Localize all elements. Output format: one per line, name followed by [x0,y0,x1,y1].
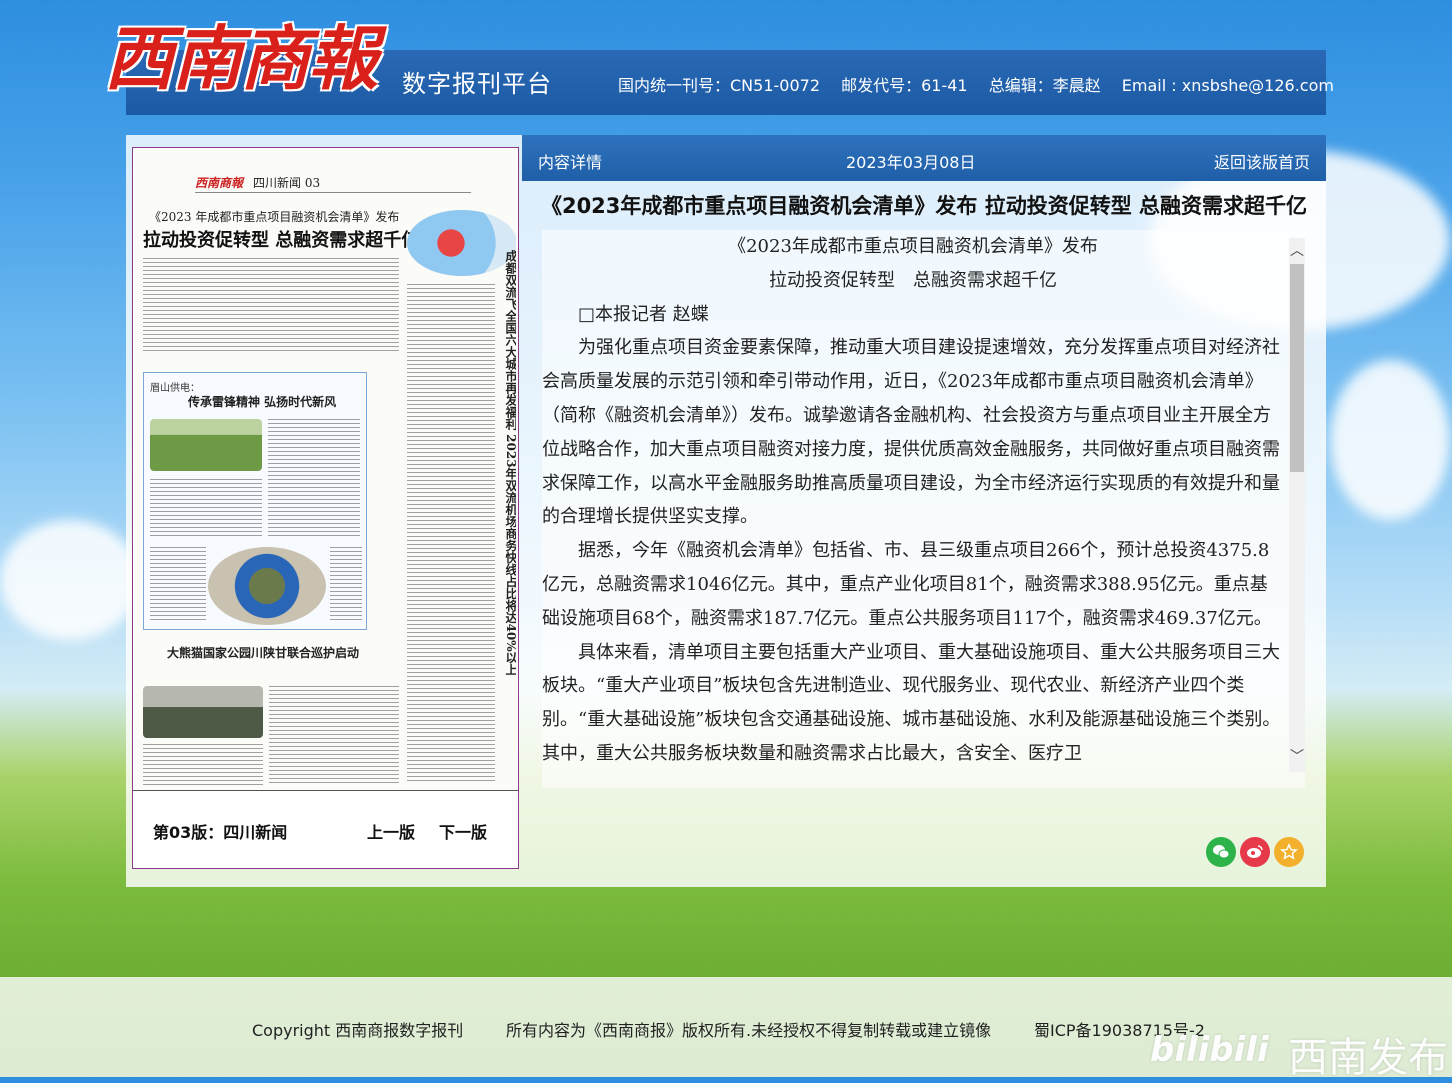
article-paragraph: 为强化重点项目资金要素保障，推动重大项目建设提速增效，充分发挥重点项目对经济社会… [542,337,1280,528]
article-subtitle-line1: 《2023年成都市重点项目融资机会清单》发布 [728,236,1098,257]
copyright-text: Copyright 西南商报数字报刊 [252,1021,464,1040]
article-subtitle-line2: 拉动投资促转型 总融资需求超千亿 [769,269,1057,291]
article-content: 《2023年成都市重点项目融资机会清单》发布 拉动投资促转型 总融资需求超千亿 … [542,230,1284,771]
newspaper-headline[interactable]: 拉动投资促转型 总融资需求超千亿 [143,226,419,252]
newspaper-mini-logo: 西南商報 [195,176,244,190]
scroll-up-icon[interactable]: ︿ [1289,242,1305,260]
newspaper-page-header: 西南商報 四川新闻 03 [195,174,471,193]
postal-code: 邮发代号：61-41 [841,76,968,95]
next-page-button[interactable]: 下一版 [439,819,487,843]
newspaper-text-block [143,258,399,354]
back-to-page-link[interactable]: 返回该版首页 [1214,149,1310,173]
newspaper-text-block [407,284,495,784]
newspaper-text-block [150,547,206,623]
issue-date: 2023年03月08日 [846,153,976,172]
page-label: 第03版：四川新闻 [153,823,288,842]
feature-box-title: 传承雷锋精神 弘扬时代新风 [188,395,337,409]
prev-page-button[interactable]: 上一版 [367,819,415,843]
cloud-decoration [0,520,140,640]
newspaper-subheadline[interactable]: 大熊猫国家公园川陕甘联合巡护启动 [167,644,359,661]
newspaper-page-image[interactable]: 西南商報 四川新闻 03 《2023 年成都市重点项目融资机会清单》发布 拉动投… [135,150,516,790]
weibo-share-icon[interactable] [1240,837,1270,867]
airport-photo[interactable] [407,210,516,276]
header-info: 国内统一刊号：CN51-0072 邮发代号：61-41 总编辑：李晨赵 Emai… [618,72,1350,96]
article-title: 《2023年成都市重点项目融资机会清单》发布 拉动投资促转型 总融资需求超千亿 [540,194,1308,218]
email-contact[interactable]: Email : xnsbshe@126.com [1122,76,1334,95]
scroll-down-icon[interactable]: ﹀ [1289,748,1305,766]
cn-number: 国内统一刊号：CN51-0072 [618,76,820,95]
cloud-decoration [1330,360,1450,520]
newspaper-text-block [269,686,399,786]
wechat-share-icon[interactable] [1206,837,1236,867]
feature-box-kicker: 眉山供电： [150,383,200,394]
favorite-star-icon[interactable] [1274,837,1304,867]
newspaper-vertical-headline[interactable]: 成都双流飞全国六大城市再发福利 2023年双流机场商务快线占比将达40%以上 [503,250,516,676]
newspaper-section-label: 四川新闻 03 [253,176,321,190]
scrollbar-thumb[interactable] [1290,264,1304,472]
article-body[interactable]: 《2023年成都市重点项目融资机会清单》发布 拉动投资促转型 总融资需求超千亿 … [542,230,1305,788]
article-paragraph: 具体来看，清单项目主要包括重大产业项目、重大基础设施项目、重大公共服务项目三大板… [542,641,1281,764]
detail-bar: 内容详情 2023年03月08日 返回该版首页 [522,135,1326,181]
platform-title: 数字报刊平台 [402,70,552,98]
article-paragraph: 据悉，今年《融资机会清单》包括省、市、县三级重点项目266个，预计总投资4375… [542,540,1272,629]
chief-editor: 总编辑：李晨赵 [988,76,1101,95]
page-navigation: 第03版：四川新闻 上一版 下一版 [133,790,518,869]
newspaper-page-frame: 西南商報 四川新闻 03 《2023 年成都市重点项目融资机会清单》发布 拉动投… [132,147,519,869]
bilibili-logo: bilibili [1150,1030,1269,1070]
newspaper-text-block [150,479,262,539]
newspaper-text-block [330,547,362,623]
newspaper-logo[interactable]: 西南商報 [104,14,394,104]
field-photo [150,419,262,471]
panda-park-photo [143,686,263,738]
detail-label: 内容详情 [538,153,603,172]
workers-photo [208,547,326,625]
newspaper-text-block [143,744,263,786]
article-byline: □本报记者 赵蝶 [578,303,709,325]
newspaper-feature-box[interactable]: 眉山供电： 传承雷锋精神 弘扬时代新风 [143,372,367,630]
newspaper-kicker[interactable]: 《2023 年成都市重点项目融资机会清单》发布 [149,208,399,225]
watermark-text: 西南发布 [1288,1035,1448,1081]
rights-notice: 所有内容为《西南商报》版权所有.未经授权不得复制转载或建立镜像 [506,1021,992,1040]
newspaper-text-block [268,419,360,537]
